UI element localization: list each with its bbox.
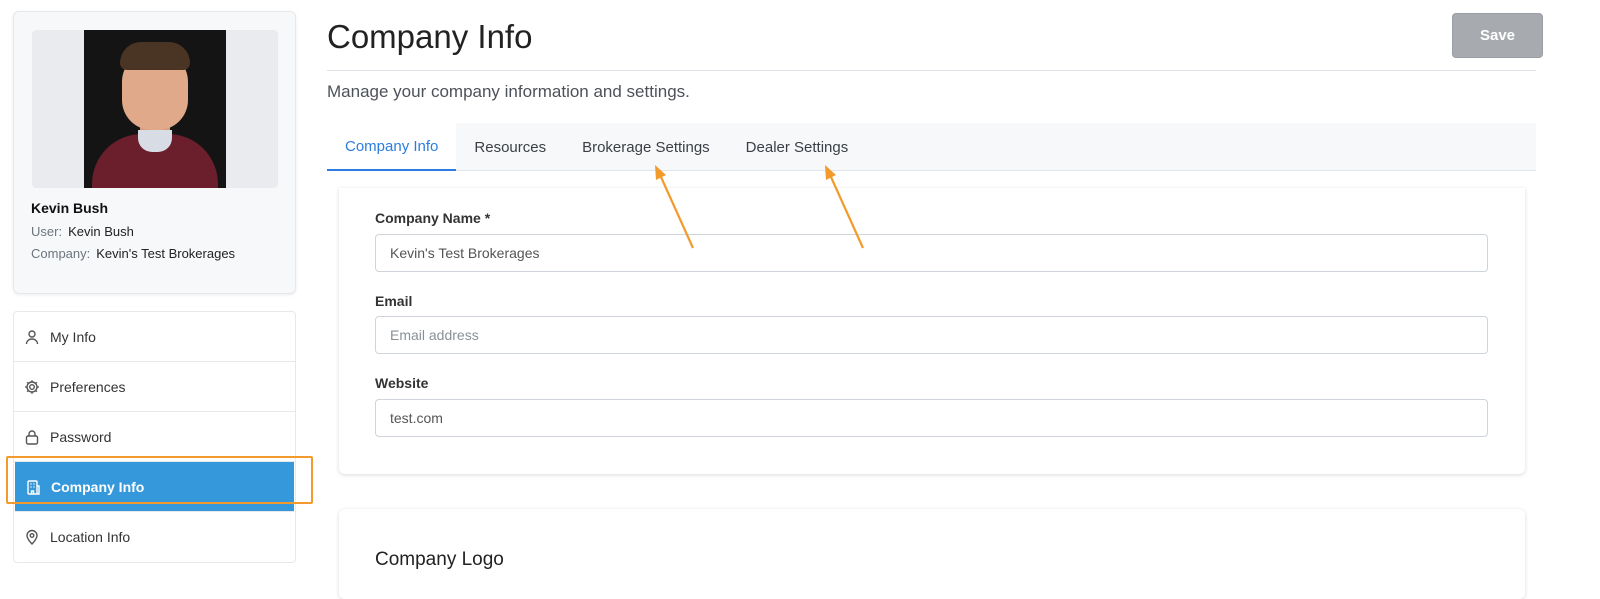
sidebar-item-label: Password [50,428,112,445]
tab-brokerage-settings[interactable]: Brokerage Settings [564,123,728,171]
sidebar-item-password[interactable]: Password [14,412,295,462]
page-subtitle: Manage your company information and sett… [327,82,690,101]
map-pin-icon [24,529,40,545]
profile-user-value: Kevin Bush [68,224,134,239]
sidebar-item-label: My Info [50,328,96,345]
lock-icon [24,429,40,445]
sidebar-item-company-info[interactable]: Company Info [15,462,294,512]
email-label: Email [375,293,413,309]
save-button[interactable]: Save [1452,13,1543,58]
company-info-form-card: Company Name * Email Website [339,188,1525,474]
gear-icon [24,379,40,395]
company-name-label: Company Name * [375,210,491,226]
website-field[interactable] [375,399,1488,437]
profile-user-label: User: [31,224,63,239]
profile-company-value: Kevin's Test Brokerages [96,246,236,261]
page-title: Company Info [327,18,533,55]
company-name-field[interactable] [375,234,1488,272]
sidebar-item-label: Preferences [50,378,126,395]
tab-bar: Company Info Resources Brokerage Setting… [327,123,1536,171]
building-icon [25,479,41,495]
profile-company-label: Company: [31,246,91,261]
profile-company-line: Company: Kevin's Test Brokerages [31,246,235,261]
tab-dealer-settings[interactable]: Dealer Settings [728,123,867,171]
email-field[interactable] [375,316,1488,354]
sidebar-item-my-info[interactable]: My Info [14,312,295,362]
sidebar-item-location-info[interactable]: Location Info [14,512,295,562]
tab-company-info[interactable]: Company Info [327,123,457,171]
avatar [84,30,226,188]
sidebar-item-label: Location Info [50,529,131,545]
sidebar-item-label: Company Info [51,478,145,495]
company-logo-title: Company Logo [375,549,504,570]
website-label: Website [375,375,429,391]
person-icon [24,329,40,345]
profile-card: Kevin Bush User: Kevin Bush Company: Kevin… [13,11,296,294]
sidebar-item-preferences[interactable]: Preferences [14,362,295,412]
avatar-frame [32,30,278,188]
sidebar-menu: My Info Preferences Password Company Inf… [13,311,296,563]
title-divider [327,70,1536,71]
profile-name: Kevin Bush [31,200,109,216]
company-logo-card: Company Logo [339,509,1525,599]
profile-user-line: User: Kevin Bush [31,224,134,239]
tab-resources[interactable]: Resources [456,123,564,171]
